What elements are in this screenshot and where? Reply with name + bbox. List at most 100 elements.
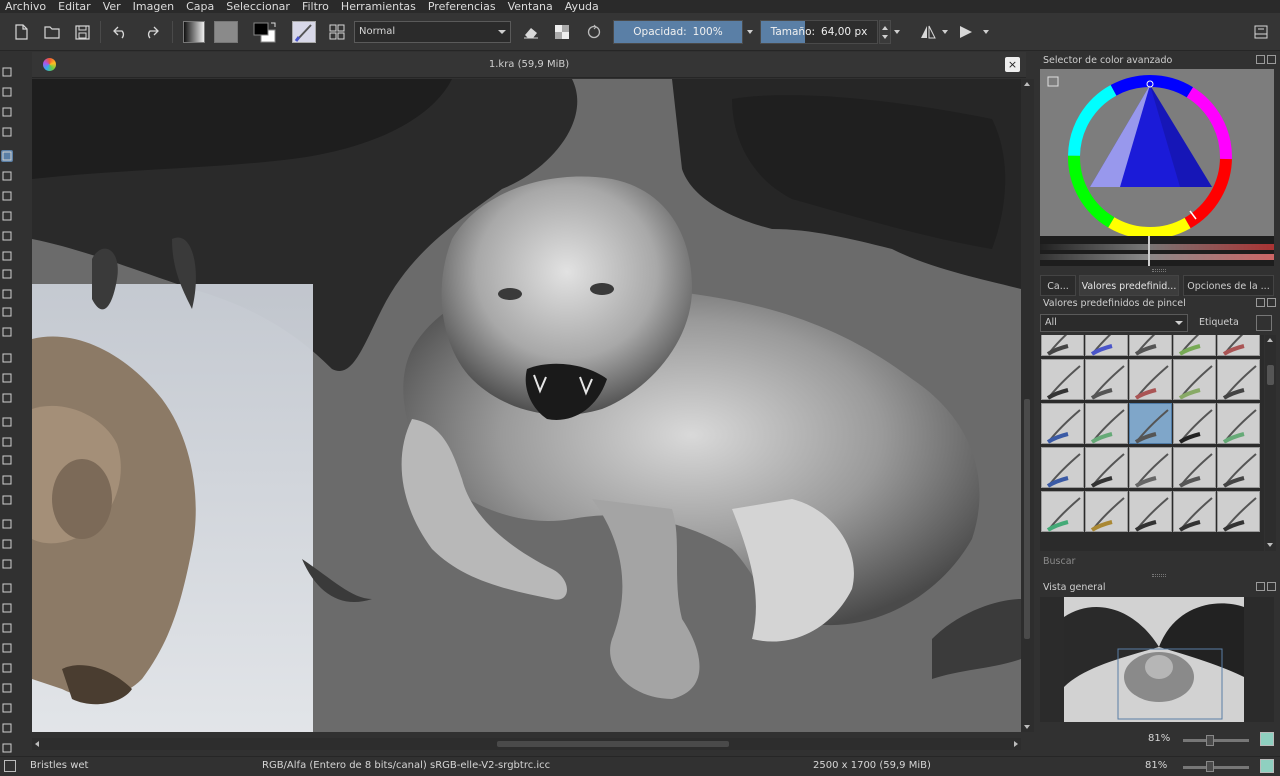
menu-preferencias[interactable]: Preferencias bbox=[422, 0, 502, 13]
close-document-button[interactable]: × bbox=[1005, 57, 1020, 72]
brush-preset-item[interactable] bbox=[1085, 335, 1128, 356]
scroll-down-icon[interactable] bbox=[1024, 725, 1030, 729]
fit-to-view-icon[interactable] bbox=[1260, 732, 1274, 746]
smart-patch-icon[interactable] bbox=[1, 474, 13, 486]
canvas-horizontal-scrollbar[interactable] bbox=[32, 738, 1021, 750]
measure-icon[interactable] bbox=[1, 538, 13, 550]
brush-preset-item[interactable] bbox=[1085, 403, 1128, 444]
menu-capa[interactable]: Capa bbox=[180, 0, 220, 13]
color-selector-settings-icon[interactable] bbox=[1047, 76, 1059, 87]
open-folder-icon[interactable] bbox=[41, 20, 63, 44]
size-spinner[interactable] bbox=[879, 20, 891, 44]
scroll-up-icon[interactable] bbox=[1267, 338, 1273, 342]
menu-seleccionar[interactable]: Seleccionar bbox=[220, 0, 296, 13]
vertical-scroll-thumb[interactable] bbox=[1024, 399, 1030, 639]
splitter-handle[interactable] bbox=[1152, 269, 1166, 272]
brush-preset-item[interactable] bbox=[1217, 359, 1260, 400]
overview-zoom-slider[interactable] bbox=[1183, 739, 1249, 742]
brush-preset-item[interactable] bbox=[1041, 403, 1084, 444]
brush-preset-item[interactable] bbox=[1085, 359, 1128, 400]
float-icon[interactable] bbox=[1256, 582, 1265, 591]
preset-view-menu-icon[interactable] bbox=[1256, 315, 1272, 331]
move-icon[interactable] bbox=[1, 372, 13, 384]
brush-preset-item[interactable] bbox=[1129, 403, 1172, 444]
calligraphy-icon[interactable] bbox=[1, 126, 13, 138]
close-icon[interactable] bbox=[1267, 582, 1276, 591]
menu-herramientas[interactable]: Herramientas bbox=[335, 0, 422, 13]
brush-preset-item[interactable] bbox=[1173, 335, 1216, 356]
preserve-alpha-icon[interactable] bbox=[550, 20, 574, 44]
freehand-path-icon[interactable] bbox=[1, 288, 13, 300]
new-document-icon[interactable] bbox=[10, 20, 32, 44]
scroll-down-icon[interactable] bbox=[1267, 543, 1273, 547]
reference-images-icon[interactable] bbox=[1, 558, 13, 570]
zoom-icon[interactable] bbox=[1, 742, 13, 754]
brush-preset-item[interactable] bbox=[1217, 335, 1260, 356]
bezier-curve-icon[interactable] bbox=[1, 268, 13, 280]
colorize-mask-icon[interactable] bbox=[1, 454, 13, 466]
close-icon[interactable] bbox=[1267, 55, 1276, 64]
color-selector-wheel[interactable] bbox=[1040, 69, 1274, 239]
brush-preset-item[interactable] bbox=[1129, 335, 1172, 356]
tab-color[interactable]: Ca... bbox=[1040, 275, 1076, 296]
fill-icon[interactable] bbox=[1, 494, 13, 506]
transform-icon[interactable] bbox=[1, 352, 13, 364]
polyline-icon[interactable] bbox=[1, 250, 13, 262]
menu-imagen[interactable]: Imagen bbox=[127, 0, 180, 13]
text-icon[interactable] bbox=[1, 86, 13, 98]
menu-ventana[interactable]: Ventana bbox=[502, 0, 559, 13]
ellipse-icon[interactable] bbox=[1, 210, 13, 222]
overview-thumbnail[interactable] bbox=[1040, 597, 1274, 722]
polygon-select-icon[interactable] bbox=[1, 622, 13, 634]
contiguous-select-icon[interactable] bbox=[1, 662, 13, 674]
select-shapes-icon[interactable] bbox=[1, 66, 13, 78]
brush-preset-item[interactable] bbox=[1129, 491, 1172, 532]
brush-preset-item[interactable] bbox=[1217, 447, 1260, 488]
brush-preset-item[interactable] bbox=[1173, 491, 1216, 532]
workspace-switcher-icon[interactable] bbox=[1250, 20, 1272, 44]
scroll-right-icon[interactable] bbox=[1014, 741, 1018, 747]
opacity-slider[interactable]: Opacidad: 100% bbox=[613, 20, 743, 44]
brush-preset-item[interactable] bbox=[1173, 359, 1216, 400]
preset-search-input[interactable]: Buscar bbox=[1043, 556, 1075, 567]
pattern-swatch-icon[interactable] bbox=[213, 20, 239, 44]
redo-icon[interactable] bbox=[140, 20, 162, 44]
rectangle-icon[interactable] bbox=[1, 190, 13, 202]
mirror-vertical-dropdown-icon[interactable] bbox=[983, 30, 989, 34]
polygon-icon[interactable] bbox=[1, 230, 13, 242]
opacity-dropdown-icon[interactable] bbox=[747, 30, 753, 34]
drawing-canvas[interactable] bbox=[32, 79, 1021, 732]
menu-archivo[interactable]: Archivo bbox=[0, 0, 52, 13]
mirror-horizontal-icon[interactable] bbox=[916, 20, 940, 44]
tab-brush-presets[interactable]: Valores predefinid... bbox=[1079, 275, 1179, 296]
similar-select-icon[interactable] bbox=[1, 682, 13, 694]
brush-preset-item[interactable] bbox=[1041, 447, 1084, 488]
brush-preset-item[interactable] bbox=[1085, 491, 1128, 532]
menu-ayuda[interactable]: Ayuda bbox=[559, 0, 605, 13]
foreground-background-color-icon[interactable] bbox=[250, 20, 280, 44]
preset-filter-select[interactable]: All bbox=[1040, 314, 1188, 332]
brush-preset-item[interactable] bbox=[1217, 403, 1260, 444]
color-selector-controls[interactable] bbox=[1256, 55, 1276, 64]
brush-settings-icon[interactable] bbox=[325, 20, 349, 44]
menu-editar[interactable]: Editar bbox=[52, 0, 97, 13]
edit-shapes-icon[interactable] bbox=[1, 106, 13, 118]
crop-icon[interactable] bbox=[1, 392, 13, 404]
overview-controls[interactable] bbox=[1256, 582, 1276, 591]
zoom-fit-icon[interactable] bbox=[1260, 759, 1274, 773]
undo-icon[interactable] bbox=[110, 20, 132, 44]
zoom-slider[interactable] bbox=[1183, 766, 1249, 769]
blend-mode-select[interactable]: Normal bbox=[354, 21, 511, 43]
dynamic-brush-icon[interactable] bbox=[1, 306, 13, 318]
gradient-icon[interactable] bbox=[1, 416, 13, 428]
brush-preset-item[interactable] bbox=[1129, 359, 1172, 400]
zoom-slider-handle[interactable] bbox=[1206, 761, 1214, 772]
gradient-swatch-icon[interactable] bbox=[182, 20, 206, 44]
splitter-handle[interactable] bbox=[1152, 574, 1166, 577]
freehand-select-icon[interactable] bbox=[1, 642, 13, 654]
brush-preset-item[interactable] bbox=[1041, 491, 1084, 532]
float-icon[interactable] bbox=[1256, 55, 1265, 64]
reload-preset-icon[interactable] bbox=[582, 20, 606, 44]
brush-preset-item[interactable] bbox=[1173, 403, 1216, 444]
elliptical-select-icon[interactable] bbox=[1, 602, 13, 614]
